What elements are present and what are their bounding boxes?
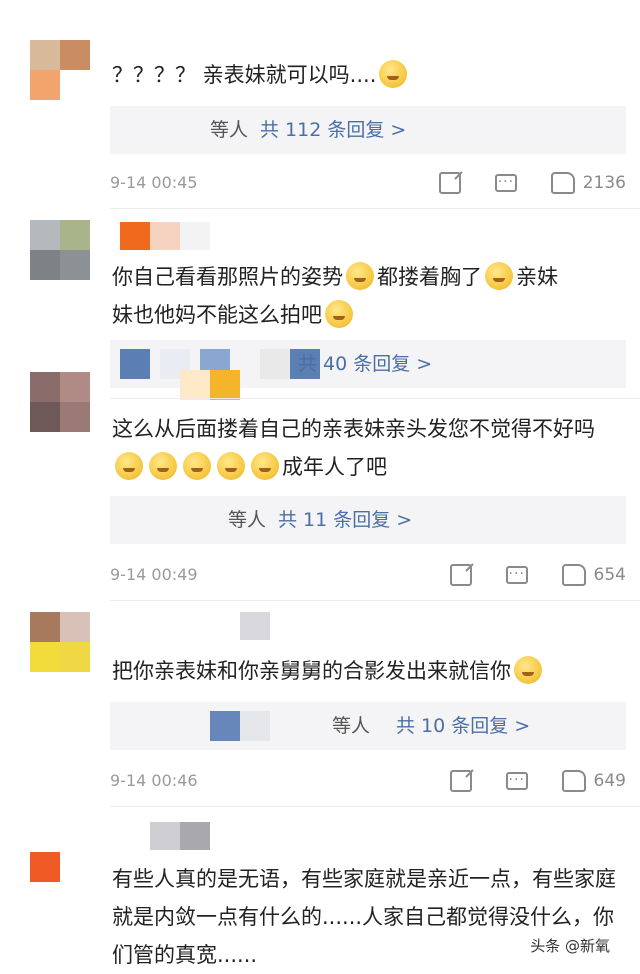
timestamp: 9-14 00:46	[110, 771, 198, 790]
divider	[110, 806, 640, 807]
comment-text-part: 你自己看看那照片的姿势	[112, 265, 343, 289]
emoji-icon	[115, 452, 143, 480]
comment-icon[interactable]	[505, 765, 528, 795]
avatar[interactable]	[30, 612, 90, 672]
comment-icon[interactable]	[494, 167, 517, 197]
share-icon[interactable]	[449, 770, 472, 792]
username-blurred[interactable]	[240, 612, 270, 640]
comment-text-part: 亲妹	[516, 265, 558, 289]
share-icon[interactable]	[438, 172, 461, 194]
avatar[interactable]	[30, 372, 90, 432]
username-blurred[interactable]	[120, 222, 210, 250]
comment-text-part: 这么从后面搂着自己的亲表妹亲头发您不觉得不好吗	[112, 417, 595, 441]
emoji-icon	[183, 452, 211, 480]
emoji-icon	[346, 262, 374, 290]
emoji-icon	[485, 262, 513, 290]
comment-text-part: 都搂着胸了	[377, 265, 482, 289]
avatar-overlap-blur	[180, 370, 240, 400]
reply-count-link[interactable]: 共 10 条回复 >	[396, 702, 530, 750]
emoji-icon	[514, 656, 542, 684]
share-icon[interactable]	[449, 564, 472, 586]
like-button[interactable]: 649	[561, 766, 626, 796]
reply-count-link[interactable]: 共 112 条回复 >	[260, 119, 406, 141]
timestamp: 9-14 00:45	[110, 173, 198, 192]
like-icon	[561, 770, 586, 792]
comment-text: ？？？？ 亲表妹就可以吗....	[112, 56, 626, 94]
reply-users: 等人	[210, 119, 249, 141]
comment-meta: 9-14 00:46 649	[110, 765, 626, 796]
reply-summary[interactable]: 等人 共 10 条回复 >	[110, 702, 626, 750]
comment-text: 你自己看看那照片的姿势 都搂着胸了 亲妹 妹也他妈不能这么拍吧	[112, 258, 626, 334]
emoji-icon	[217, 452, 245, 480]
reply-users: 等人	[332, 715, 371, 737]
like-icon	[561, 564, 586, 586]
emoji-icon	[379, 60, 408, 88]
timestamp: 9-14 00:49	[110, 565, 198, 584]
username-blurred[interactable]	[150, 822, 210, 850]
comment-text-part: 妹也他妈不能这么拍吧	[112, 303, 322, 327]
comment-icon[interactable]	[505, 559, 528, 589]
comment-text-content: 把你亲表妹和你亲舅舅的合影发出来就信你	[112, 659, 511, 683]
emoji-icon	[149, 452, 177, 480]
avatar[interactable]	[30, 220, 90, 280]
like-icon	[550, 172, 575, 194]
like-count: 649	[593, 771, 626, 791]
reply-summary[interactable]: 等人共 11 条回复 >	[110, 496, 626, 544]
reply-users: 等人	[228, 509, 267, 531]
divider	[110, 398, 640, 399]
reply-count-link[interactable]: 共 40 条回复 >	[298, 340, 432, 388]
divider	[110, 208, 640, 209]
comment-meta: 9-14 00:45 2136	[110, 167, 626, 198]
comment-text: 这么从后面搂着自己的亲表妹亲头发您不觉得不好吗成年人了吧	[112, 410, 626, 486]
like-count: 654	[593, 565, 626, 585]
like-count: 2136	[582, 173, 626, 193]
comment-meta: 9-14 00:49 654	[110, 559, 626, 590]
reply-count-link[interactable]: 共 11 条回复 >	[278, 509, 412, 531]
avatar[interactable]	[30, 822, 90, 882]
watermark: 头条 @新氧	[526, 933, 614, 958]
comment-text: 把你亲表妹和你亲舅舅的合影发出来就信你	[112, 652, 626, 690]
comment-text-part: 成年人了吧	[282, 455, 387, 479]
reply-users-blurred	[110, 702, 270, 750]
reply-summary[interactable]: 等人共 112 条回复 >	[110, 106, 626, 154]
comment-text-content: ？？？？ 亲表妹就可以吗....	[112, 63, 377, 87]
avatar[interactable]	[30, 40, 90, 100]
divider	[110, 600, 640, 601]
emoji-icon	[251, 452, 279, 480]
like-button[interactable]: 654	[561, 560, 626, 590]
emoji-icon	[325, 300, 353, 328]
like-button[interactable]: 2136	[550, 168, 626, 198]
